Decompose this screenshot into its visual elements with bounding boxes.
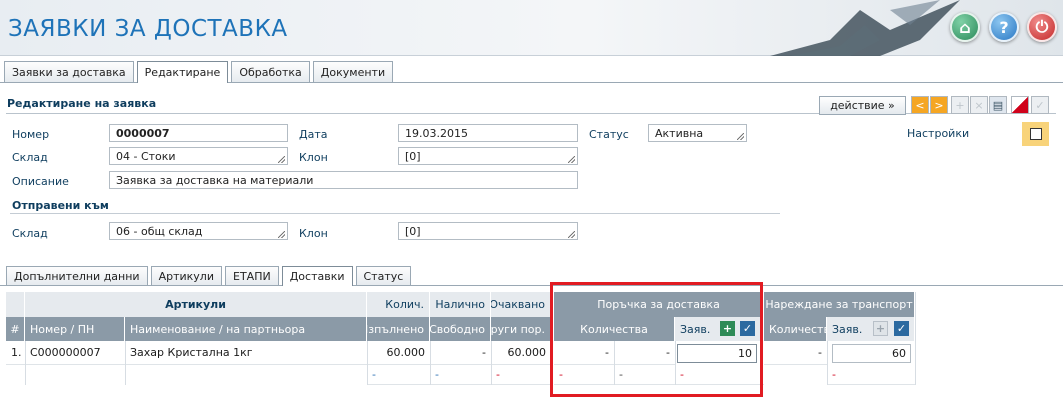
status-select[interactable]: Активна (648, 124, 747, 142)
header-free: Свободно (430, 317, 491, 341)
header-transport: Нареждане за транспорт (764, 292, 915, 317)
branch-select[interactable]: [0] (398, 147, 578, 165)
row-name: Захар Кристална 1кг (125, 341, 367, 365)
print-icon[interactable]: ▤ (989, 96, 1007, 114)
header-available: Налично (430, 292, 491, 317)
to-warehouse-select[interactable]: 06 - общ склад (109, 222, 288, 240)
tab-documents[interactable]: Документи (312, 61, 394, 82)
app-title: ЗАЯВКИ ЗА ДОСТАВКА (8, 16, 288, 42)
sent-to-title: Отправени към (12, 199, 109, 212)
delete-record-button[interactable]: × (970, 96, 988, 114)
column-divider (827, 341, 828, 385)
check-icon[interactable]: ✓ (894, 321, 909, 336)
tab-deliveries[interactable]: Доставки (281, 266, 353, 286)
header-number-pn: Номер / ПН (25, 317, 125, 341)
header-expected: Очаквано (491, 292, 551, 317)
tab-status[interactable]: Статус (355, 266, 412, 285)
column-divider (430, 341, 431, 385)
tab-articles[interactable]: Артикули (150, 266, 222, 285)
section-title: Редактиране на заявка (7, 97, 157, 110)
header-fulfilled: Изпълнено (367, 317, 430, 341)
tab-processing[interactable]: Обработка (231, 61, 310, 82)
header-other-orders: Други пор. (491, 317, 551, 341)
header-articles: Артикули (25, 292, 367, 317)
row-qty: 60.000 (367, 341, 430, 365)
number-field[interactable]: 0000007 (109, 124, 288, 142)
to-branch-value: [0] (405, 225, 421, 238)
description-label: Описание (12, 175, 69, 188)
column-divider (491, 341, 492, 385)
description-field[interactable]: Заявка за доставка на материали (109, 171, 578, 189)
prev-record-button[interactable]: < (911, 96, 929, 114)
warehouse-select[interactable]: 04 - Стоки (109, 147, 288, 165)
app-header: ЗАЯВКИ ЗА ДОСТАВКА ⌂ ? ⏻ (0, 0, 1063, 56)
status-value: Активна (655, 127, 704, 140)
cancel-edit-icon[interactable] (1011, 96, 1029, 114)
highlight-box (550, 282, 763, 397)
warehouse-value: 04 - Стоки (116, 150, 176, 163)
add-record-button[interactable]: + (951, 96, 969, 114)
resize-grip-icon (737, 133, 744, 140)
inner-tabs: Допълнителни данни Артикули ЕТАПИ Достав… (6, 266, 414, 286)
row-available: - (430, 341, 491, 365)
confirm-icon[interactable]: ✓ (1031, 96, 1049, 114)
tab-additional-data[interactable]: Допълнителни данни (6, 266, 148, 285)
warehouse-label: Склад (12, 151, 48, 164)
to-branch-label: Клон (299, 227, 328, 240)
sent-to-divider (10, 213, 780, 214)
header-qty: Колич. (367, 292, 430, 317)
row-number: C000000007 (25, 341, 125, 365)
help-icon[interactable]: ? (989, 12, 1019, 42)
tab-requests[interactable]: Заявки за доставка (4, 61, 134, 82)
settings-label: Настройки (907, 127, 970, 140)
branch-value: [0] (405, 150, 421, 163)
header-tr-quantities: Количества (764, 317, 827, 341)
number-label: Номер (12, 128, 50, 141)
tab-edit[interactable]: Редактиране (136, 61, 229, 83)
power-icon[interactable]: ⏻ (1027, 12, 1057, 42)
header-blank (6, 292, 25, 317)
header-name-partner: Наименование / на партньора (125, 317, 367, 341)
column-divider (367, 341, 368, 385)
home-icon[interactable]: ⌂ (950, 12, 980, 42)
row-index: 1. (6, 341, 25, 365)
subrow-dash: - (430, 365, 491, 385)
column-divider (125, 341, 126, 385)
to-warehouse-label: Склад (12, 227, 48, 240)
branch-label: Клон (299, 151, 328, 164)
resize-grip-icon (278, 231, 285, 238)
next-record-button[interactable]: > (930, 96, 948, 114)
date-field[interactable]: 19.03.2015 (398, 124, 578, 142)
tr-requested-input[interactable]: 60 (832, 344, 911, 363)
status-label: Статус (589, 128, 629, 141)
subrow-dash: - (367, 365, 430, 385)
to-warehouse-value: 06 - общ склад (116, 225, 203, 238)
to-branch-select[interactable]: [0] (398, 222, 578, 240)
subrow-dash: - (827, 365, 915, 385)
eagle-logo (770, 0, 960, 56)
resize-grip-icon (278, 156, 285, 163)
resize-grip-icon (568, 231, 575, 238)
main-tabs: Заявки за доставка Редактиране Обработка… (4, 61, 396, 83)
column-divider (25, 341, 26, 385)
date-label: Дата (299, 128, 328, 141)
row-expected: 60.000 (491, 341, 551, 365)
header-index: # (6, 317, 25, 341)
settings-checkbox[interactable] (1022, 122, 1049, 146)
action-button[interactable]: действие » (819, 96, 906, 115)
row-tr-q: - (764, 341, 827, 365)
subrow-dash: - (491, 365, 551, 385)
checkbox-box (1029, 128, 1042, 140)
tab-stages[interactable]: ЕТАПИ (225, 266, 279, 285)
resize-grip-icon (568, 156, 575, 163)
column-divider (915, 292, 916, 385)
add-disabled-icon: + (873, 321, 888, 336)
